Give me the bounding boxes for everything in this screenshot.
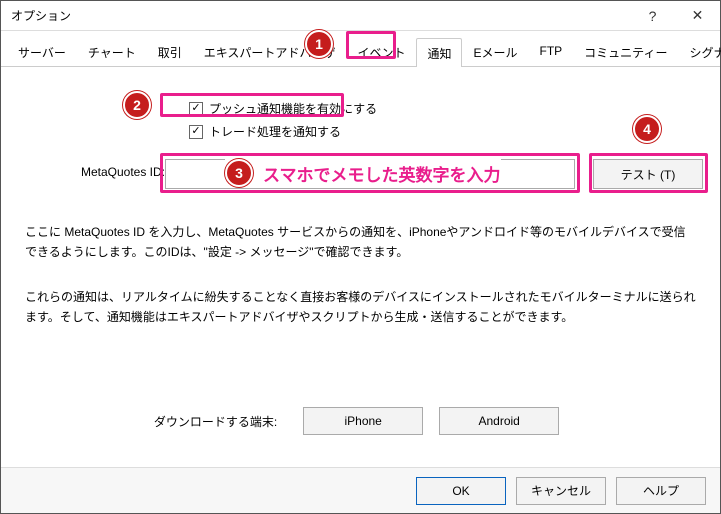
- titlebar: オプション ? ✕: [1, 1, 720, 31]
- push-enable-checkbox[interactable]: ✓: [189, 102, 203, 116]
- tab-email[interactable]: Eメール: [462, 37, 528, 66]
- test-button[interactable]: テスト (T): [593, 159, 703, 189]
- tab-content: ✓ プッシュ通知機能を有効にする ✓ トレード処理を通知する MetaQuote…: [1, 67, 720, 467]
- tab-notification[interactable]: 通知: [416, 38, 462, 67]
- annotation-callout-2: 2: [123, 91, 151, 119]
- description-2: これらの通知は、リアルタイムに紛失することなく直接お客様のデバイスにインストール…: [25, 287, 696, 328]
- close-icon[interactable]: ✕: [675, 1, 720, 31]
- tab-community[interactable]: コミュニティー: [573, 37, 678, 66]
- annotation-callout-1: 1: [305, 30, 333, 58]
- window-title: オプション: [11, 7, 630, 24]
- tab-ftp[interactable]: FTP: [529, 37, 574, 66]
- dialog-footer: OK キャンセル ヘルプ: [1, 467, 720, 513]
- tab-event[interactable]: イベント: [346, 37, 416, 66]
- download-row: ダウンロードする端末: iPhone Android: [1, 407, 720, 435]
- trade-notify-row: ✓ トレード処理を通知する: [25, 120, 696, 143]
- tab-trade[interactable]: 取引: [147, 37, 193, 66]
- push-enable-label: プッシュ通知機能を有効にする: [209, 100, 377, 117]
- options-window: オプション ? ✕ サーバー チャート 取引 エキスパートアドバイザ イベント …: [0, 0, 721, 514]
- tab-server[interactable]: サーバー: [7, 37, 77, 66]
- description-1: ここに MetaQuotes ID を入力し、MetaQuotes サービスから…: [25, 222, 696, 263]
- help-icon[interactable]: ?: [630, 1, 675, 31]
- trade-notify-label: トレード処理を通知する: [209, 123, 341, 140]
- help-button[interactable]: ヘルプ: [616, 477, 706, 505]
- tab-bar: サーバー チャート 取引 エキスパートアドバイザ イベント 通知 Eメール FT…: [1, 31, 720, 67]
- annotation-callout-3: 3: [225, 159, 253, 187]
- trade-notify-checkbox[interactable]: ✓: [189, 125, 203, 139]
- metaquotes-id-label: MetaQuotes ID:: [69, 165, 165, 179]
- annotation-note-3: 3 スマホでメモした英数字を入力: [225, 159, 501, 187]
- download-iphone-button[interactable]: iPhone: [303, 407, 423, 435]
- tab-signal[interactable]: シグナル: [678, 37, 721, 66]
- ok-button[interactable]: OK: [416, 477, 506, 505]
- cancel-button[interactable]: キャンセル: [516, 477, 606, 505]
- download-android-button[interactable]: Android: [439, 407, 559, 435]
- tab-chart[interactable]: チャート: [77, 37, 147, 66]
- download-label: ダウンロードする端末:: [154, 413, 277, 430]
- annotation-note-3-text: スマホでメモした英数字を入力: [263, 161, 501, 186]
- annotation-callout-4: 4: [633, 115, 661, 143]
